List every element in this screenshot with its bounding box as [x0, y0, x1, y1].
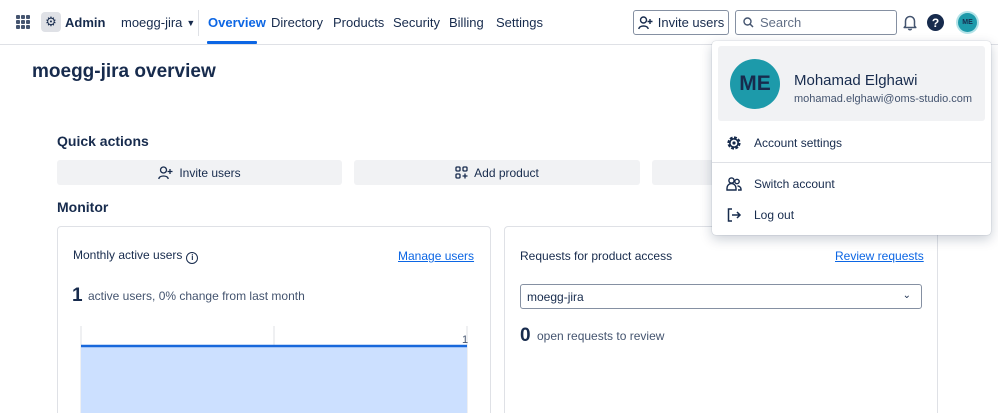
app-switcher-icon[interactable] [16, 15, 30, 29]
log-out-icon [726, 207, 742, 223]
search-field[interactable] [735, 10, 897, 35]
switch-account-icon [726, 176, 742, 192]
search-input[interactable] [760, 15, 890, 30]
card-title: Requests for product access [520, 249, 673, 263]
avatar[interactable]: ME [958, 13, 977, 32]
org-switcher[interactable]: moegg-jira ▼ [121, 15, 195, 30]
profile-header: ME Mohamad Elghawi mohamad.elghawi@oms-s… [718, 46, 985, 121]
profile-email: mohamad.elghawi@oms-studio.com [794, 93, 973, 105]
card-title: Monthly active users i [73, 248, 199, 264]
quick-actions-heading: Quick actions [57, 133, 149, 149]
active-tab-indicator [207, 41, 257, 44]
chart-area-fill [81, 346, 467, 413]
open-requests-description: open requests to review [537, 329, 665, 343]
nav-divider [198, 10, 199, 36]
requests-card: Requests for product access Review reque… [504, 226, 938, 413]
quick-action-add-product-button[interactable]: Add product [354, 160, 640, 185]
profile-name: Mohamad Elghawi [794, 72, 918, 89]
product-select[interactable]: moegg-jira ⌄ [520, 284, 922, 309]
quick-action-label: Invite users [179, 165, 241, 180]
tab-overview[interactable]: Overview [208, 15, 266, 30]
gear-icon [726, 135, 742, 151]
review-requests-link[interactable]: Review requests [835, 249, 924, 263]
org-name: moegg-jira [121, 15, 183, 30]
menu-item-switch-account[interactable]: Switch account [712, 170, 991, 198]
app-name[interactable]: Admin [65, 15, 105, 30]
active-users-description: active users, 0% change from last month [88, 289, 305, 303]
quick-action-invite-users-button[interactable]: Invite users [57, 160, 342, 185]
invite-users-label: Invite users [657, 15, 725, 30]
tab-products[interactable]: Products [333, 15, 384, 30]
apps-add-icon [455, 166, 468, 179]
chart-marks: 1 [81, 334, 468, 413]
tab-security[interactable]: Security [393, 15, 440, 30]
admin-logo-icon[interactable]: ⚙ [41, 12, 61, 32]
info-icon[interactable]: i [186, 251, 199, 264]
menu-item-account-settings[interactable]: Account settings [712, 129, 991, 157]
notifications-bell-icon[interactable] [901, 13, 919, 31]
product-select-value: moegg-jira [527, 289, 584, 304]
menu-divider [712, 162, 991, 163]
search-icon [743, 17, 754, 28]
manage-users-link[interactable]: Manage users [398, 249, 474, 263]
person-add-icon [158, 165, 173, 179]
menu-item-label: Log out [754, 208, 795, 222]
help-icon[interactable]: ? [927, 14, 944, 31]
person-add-icon [637, 15, 653, 29]
menu-item-log-out[interactable]: Log out [712, 201, 991, 229]
tab-directory[interactable]: Directory [271, 15, 323, 30]
top-navigation: ⚙ Admin moegg-jira ▼ Overview Directory P… [0, 0, 998, 45]
menu-item-label: Account settings [754, 136, 843, 150]
chevron-down-icon: ▼ [186, 18, 196, 28]
page-title: moegg-jira overview [32, 61, 216, 82]
monitor-heading: Monitor [57, 199, 109, 215]
active-users-count: 1 [72, 285, 83, 306]
tab-settings[interactable]: Settings [496, 15, 543, 30]
profile-dropdown: ME Mohamad Elghawi mohamad.elghawi@oms-s… [712, 41, 991, 235]
invite-users-button[interactable]: Invite users [633, 10, 729, 35]
chart-data-label: 1 [462, 334, 468, 346]
chevron-down-icon: ⌄ [902, 290, 911, 301]
menu-item-label: Switch account [754, 177, 835, 191]
card-title-text: Monthly active users [73, 248, 183, 262]
quick-action-label: Add product [474, 165, 539, 180]
open-requests-count: 0 [520, 325, 531, 346]
tab-billing[interactable]: Billing [449, 15, 484, 30]
avatar: ME [730, 59, 780, 109]
active-users-chart: 1 [80, 326, 468, 413]
